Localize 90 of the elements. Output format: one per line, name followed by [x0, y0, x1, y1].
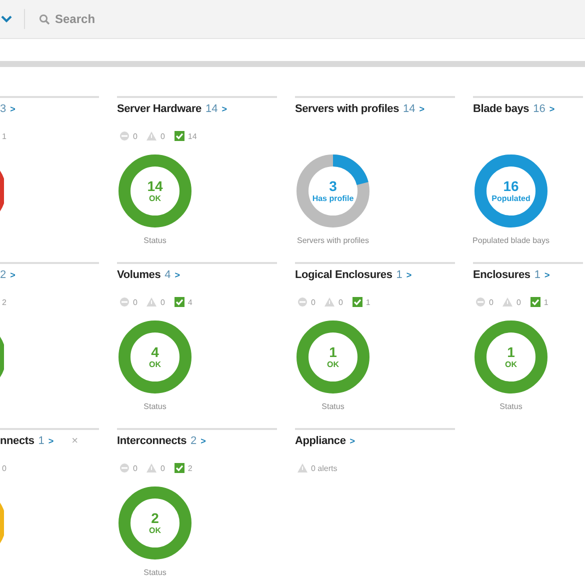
alert-count: 0 alerts: [311, 464, 338, 472]
search-icon: [39, 14, 50, 24]
warning-icon: [324, 297, 336, 307]
alert-count: 14: [188, 132, 197, 140]
card-title: Server Hardware: [117, 103, 202, 115]
details-link[interactable]: >: [419, 104, 425, 114]
details-link[interactable]: >: [350, 436, 356, 446]
donut-caption: Status: [322, 402, 344, 411]
checkbox-icon: [174, 131, 185, 141]
chevron-down-icon[interactable]: [1, 15, 12, 23]
critical-status-icon: [119, 463, 130, 473]
donut-label: OK: [149, 360, 161, 370]
donut-value: 4: [151, 344, 159, 360]
alert-count: 4: [188, 298, 192, 306]
item-count: 1: [38, 435, 44, 447]
details-link[interactable]: >: [10, 104, 16, 114]
card-title: Appliance: [295, 435, 346, 447]
critical-status-icon: [297, 297, 308, 307]
alert-count: 1: [544, 298, 548, 306]
status-count: 0: [2, 464, 6, 472]
donut-label: OK: [327, 360, 339, 370]
item-count: 16: [533, 103, 546, 115]
donut-caption: Servers with profiles: [296, 236, 370, 245]
donut-value: 1: [507, 344, 515, 360]
card-title: nnects: [0, 435, 34, 447]
alert-count: 2: [188, 464, 192, 472]
card-title: Logical Enclosures: [295, 269, 392, 281]
donut-value: 1: [329, 344, 337, 360]
checkbox-icon: [174, 463, 185, 473]
details-link[interactable]: >: [549, 104, 555, 114]
alert-count: 1: [366, 298, 370, 306]
checkbox-icon: [530, 297, 541, 307]
warning-icon: [297, 463, 308, 473]
close-button[interactable]: ×: [72, 435, 78, 447]
details-link[interactable]: >: [544, 270, 550, 280]
card-title: Volumes: [117, 269, 161, 281]
card-title: Enclosures: [473, 269, 530, 281]
donut-label: Populated: [492, 194, 530, 204]
critical-status-icon: [475, 297, 486, 307]
details-link[interactable]: >: [48, 436, 54, 446]
checkbox-icon: [352, 297, 363, 307]
critical-status-icon: [119, 131, 130, 141]
alert-count: 0: [338, 298, 343, 306]
status-count: 1: [2, 132, 6, 140]
status-count: 2: [2, 298, 6, 306]
donut-label: OK: [505, 360, 517, 370]
alert-count: 0: [160, 298, 165, 306]
details-link[interactable]: >: [10, 270, 16, 280]
warning-icon: [146, 463, 158, 473]
warning-icon: [146, 297, 158, 307]
alert-count: 0: [311, 298, 316, 306]
alert-count: 0: [133, 298, 138, 306]
card-title: Servers with profiles: [295, 103, 400, 115]
donut-label: Has profile: [312, 194, 354, 204]
item-count: 4: [164, 269, 171, 281]
item-count: 1: [534, 269, 540, 281]
donut-value: 16: [503, 178, 519, 194]
alert-count: 0: [489, 298, 494, 306]
item-count: 2: [0, 269, 6, 281]
donut-caption: Status: [144, 402, 166, 411]
warning-icon: [146, 131, 158, 141]
donut-label: OK: [149, 526, 161, 536]
alert-count: 0: [160, 132, 165, 140]
details-link[interactable]: >: [406, 270, 412, 280]
search-field[interactable]: Search: [55, 12, 175, 26]
donut-caption: Status: [144, 568, 166, 577]
donut-caption: Populated blade bays: [473, 236, 550, 245]
card-title: Interconnects: [117, 435, 187, 447]
donut-value: 3: [329, 178, 337, 194]
card-title: Blade bays: [473, 103, 530, 115]
item-count: 14: [403, 103, 416, 115]
item-count: 3: [0, 103, 6, 115]
details-link[interactable]: >: [200, 436, 206, 446]
donut-label: OK: [149, 194, 161, 204]
checkbox-icon: [174, 297, 185, 307]
item-count: 1: [396, 269, 402, 281]
warning-icon: [502, 297, 514, 307]
alert-count: 0: [160, 464, 165, 472]
donut-caption: Status: [144, 236, 166, 245]
alert-count: 0: [133, 464, 138, 472]
details-link[interactable]: >: [222, 104, 227, 114]
item-count: 2: [190, 435, 197, 447]
item-count: 14: [205, 103, 218, 115]
donut-value: 2: [151, 510, 159, 526]
critical-status-icon: [119, 297, 130, 307]
alert-count: 0: [516, 298, 521, 306]
details-link[interactable]: >: [174, 270, 180, 280]
donut-value: 14: [147, 178, 163, 194]
donut-caption: Status: [500, 402, 522, 411]
alert-count: 0: [133, 132, 138, 140]
